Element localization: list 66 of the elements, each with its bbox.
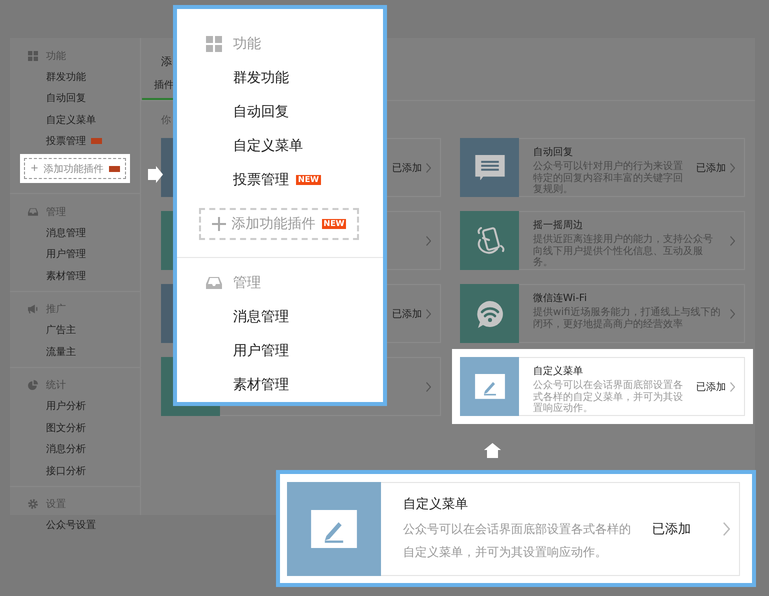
add-plugin-button[interactable]: + 添加功能插件 bbox=[24, 158, 126, 179]
grid-icon bbox=[28, 50, 38, 60]
menu-item[interactable]: 群发功能 bbox=[46, 70, 86, 84]
hand-phone-icon bbox=[474, 224, 504, 257]
card-title: 摇一摇周边 bbox=[533, 219, 584, 232]
menu-item[interactable]: 接口分析 bbox=[46, 464, 86, 478]
menu-item[interactable]: 用户管理 bbox=[46, 247, 86, 262]
chevron-icon bbox=[730, 236, 735, 246]
new-badge: NEW bbox=[322, 219, 346, 229]
chevron-icon bbox=[723, 522, 730, 536]
chevron-icon bbox=[426, 236, 431, 246]
card-title: 自动回复 bbox=[533, 146, 574, 159]
new-badge: NEW bbox=[296, 175, 321, 185]
menu-item[interactable]: 自定义菜单 bbox=[46, 112, 96, 127]
chevron-icon bbox=[426, 308, 431, 318]
pie-chart-icon bbox=[28, 380, 38, 390]
plus-icon bbox=[212, 217, 226, 231]
plugin-card[interactable]: 自定义菜单 公众号可以在会话界面底部设置各式各样的自定义菜单，并可为其设置响应动作。 已添加 bbox=[460, 357, 745, 416]
menu-item[interactable]: 用户管理 bbox=[233, 342, 289, 360]
status-label: 已添加 bbox=[696, 162, 726, 174]
megaphone-icon bbox=[28, 304, 38, 314]
card-title: 自定义菜单 bbox=[533, 365, 584, 378]
settings-icon bbox=[28, 499, 38, 509]
menu-item[interactable]: 投票管理 bbox=[46, 134, 86, 148]
menu-item[interactable]: 自定义菜单 bbox=[233, 137, 303, 155]
inbox-icon bbox=[28, 206, 38, 216]
section-heading: 功能 bbox=[233, 35, 261, 53]
card-description: 公众号可以在会话界面底部设置各式各样的自定义菜单，并可为其设置响应动作。 bbox=[403, 521, 632, 561]
status-label: 已添加 bbox=[392, 162, 422, 174]
grid-icon bbox=[206, 36, 222, 52]
status-label: 已添加 bbox=[696, 380, 726, 394]
menu-item[interactable]: 公众号设置 bbox=[46, 518, 96, 532]
chat-message-icon bbox=[474, 154, 504, 180]
inbox-icon bbox=[206, 275, 222, 291]
menu-item[interactable]: 素材管理 bbox=[46, 268, 86, 283]
menu-item[interactable]: 图文分析 bbox=[46, 420, 86, 435]
chevron-icon bbox=[426, 162, 431, 172]
status-label: 已添加 bbox=[392, 308, 422, 320]
menu-item[interactable]: 自动回复 bbox=[233, 103, 289, 121]
card-title: 微信连Wi-Fi bbox=[533, 292, 588, 305]
chevron-icon bbox=[730, 162, 735, 172]
menu-item[interactable]: 广告主 bbox=[46, 323, 76, 338]
menu-item[interactable]: 自动回复 bbox=[46, 91, 86, 106]
chevron-icon bbox=[426, 382, 431, 392]
menu-item[interactable]: 投票管理 bbox=[233, 171, 289, 189]
menu-item[interactable]: 素材管理 bbox=[233, 376, 289, 394]
menu-item[interactable]: 流量主 bbox=[46, 344, 76, 359]
wifi-icon bbox=[474, 298, 504, 328]
card-description: 公众号可以在会话界面底部设置各式各样的自定义菜单，并可为其设置响应动作。 bbox=[533, 380, 684, 414]
plugin-card[interactable]: 自定义菜单 公众号可以在会话界面底部设置各式各样的自定义菜单，并可为其设置响应动作。 已添加 bbox=[287, 482, 740, 576]
chevron-icon bbox=[730, 308, 735, 318]
page-title: 添 bbox=[161, 55, 172, 68]
status-label: 已添加 bbox=[652, 521, 692, 538]
section-heading: 管理 bbox=[233, 274, 261, 292]
add-plugin-button[interactable]: 添加功能插件 NEW bbox=[199, 208, 359, 240]
pointer-arrow-icon bbox=[484, 443, 501, 458]
card-title: 自定义菜单 bbox=[403, 496, 469, 514]
menu-item[interactable]: 消息管理 bbox=[46, 226, 86, 240]
menu-item[interactable]: 消息管理 bbox=[233, 308, 289, 326]
pointer-arrow-icon bbox=[148, 166, 163, 183]
pencil-icon bbox=[311, 510, 357, 548]
pencil-icon bbox=[474, 374, 504, 399]
menu-item[interactable]: 群发功能 bbox=[233, 69, 289, 87]
chevron-icon bbox=[730, 382, 735, 392]
menu-item[interactable]: 消息分析 bbox=[46, 442, 86, 456]
menu-item[interactable]: 用户分析 bbox=[46, 399, 86, 414]
